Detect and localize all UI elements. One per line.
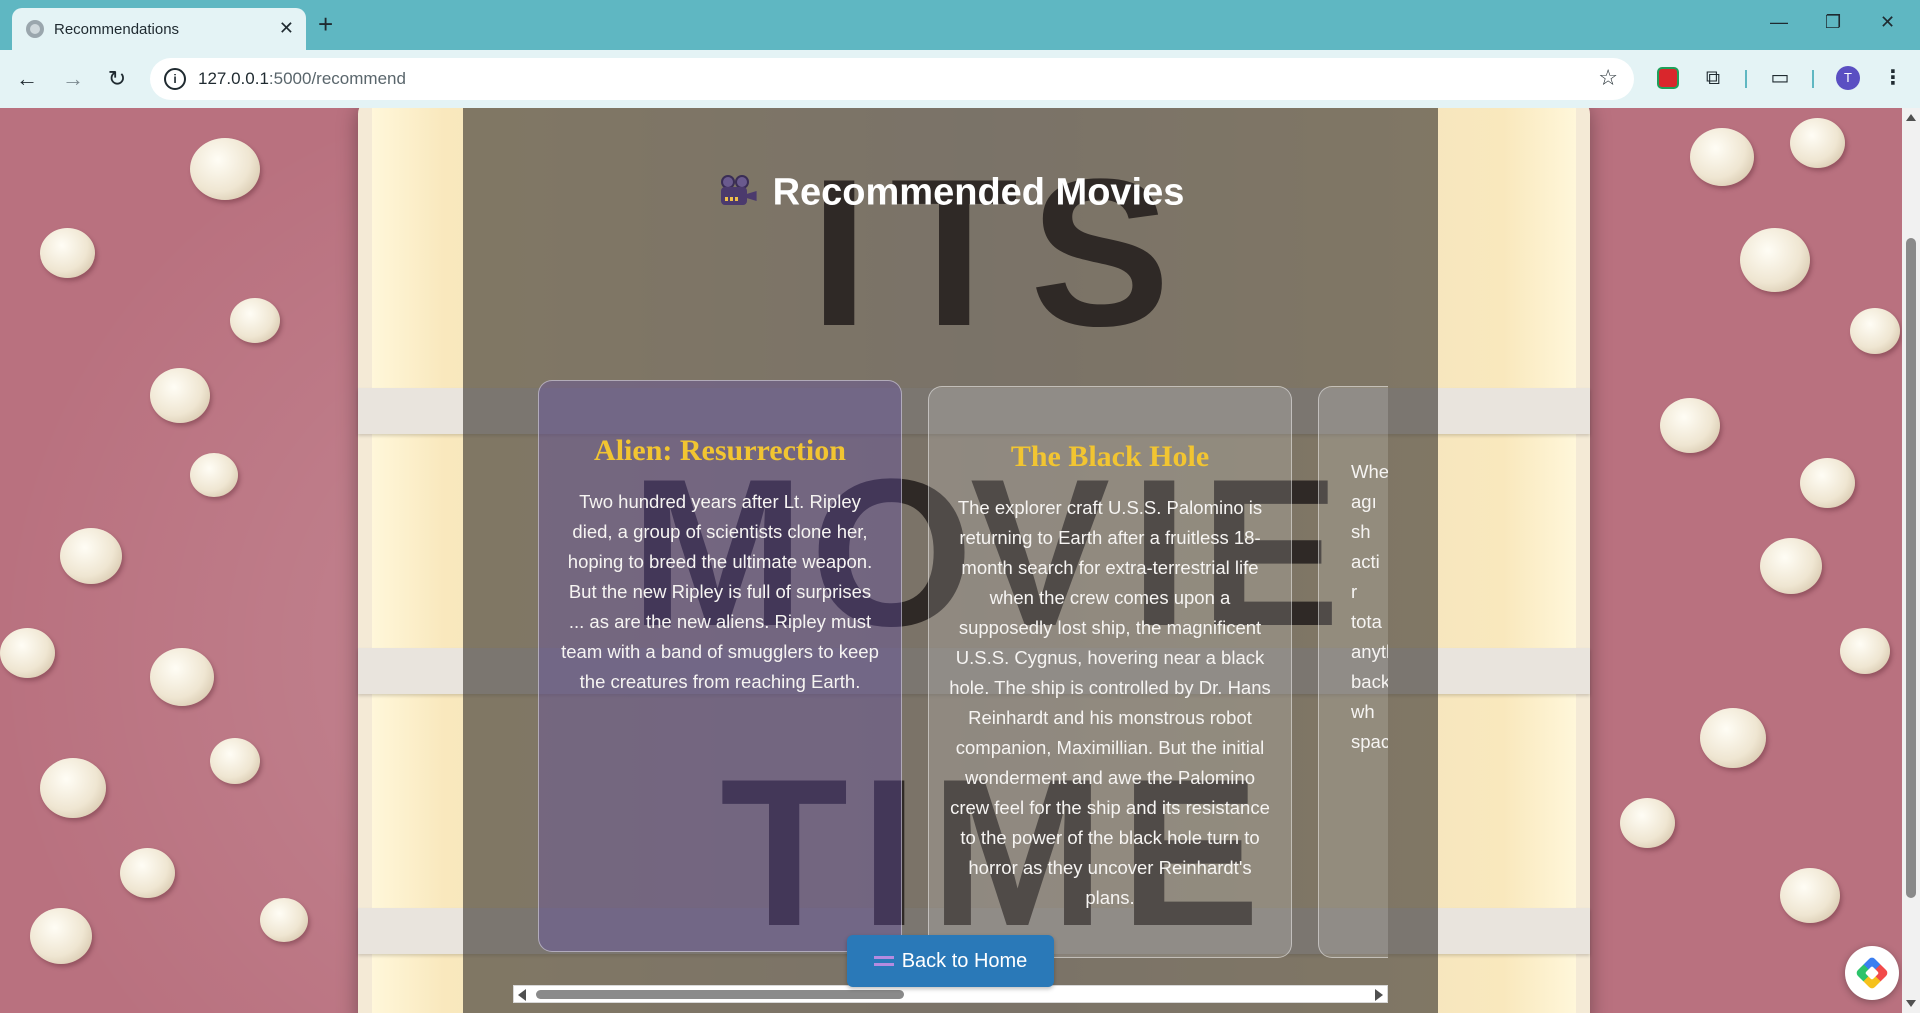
scroll-left-arrow-icon[interactable] xyxy=(518,989,526,1001)
minimize-button[interactable]: — xyxy=(1770,12,1788,33)
back-to-home-label: Back to Home xyxy=(901,950,1028,972)
movie-description: Whe agı sh acti r tota anyth back wh spa… xyxy=(1351,461,1388,752)
browser-toolbar: ← → ↻ i 127.0.0.1:5000/recommend ☆ ⧉ ▭ T… xyxy=(0,50,1920,108)
three-dots-icon[interactable]: ⋮ xyxy=(1879,64,1907,92)
popcorn-decoration xyxy=(40,228,95,278)
url-path: :5000/recommend xyxy=(268,69,406,88)
tab-strip: Recommendations ✕ + — ❐ ✕ xyxy=(0,0,1920,50)
popcorn-decoration xyxy=(0,628,55,678)
popcorn-decoration xyxy=(1740,228,1810,292)
movie-card[interactable]: Whe agı sh acti r tota anyth back wh spa… xyxy=(1318,386,1388,958)
info-icon[interactable]: i xyxy=(164,68,186,90)
back-arrow-icon[interactable]: ← xyxy=(12,64,42,94)
popcorn-decoration xyxy=(1840,628,1890,674)
scroll-right-arrow-icon[interactable] xyxy=(1375,989,1383,1001)
forward-arrow-icon[interactable]: → xyxy=(58,64,88,94)
restore-button[interactable]: ❐ xyxy=(1825,12,1841,33)
popcorn-decoration xyxy=(1760,538,1822,594)
popcorn-decoration xyxy=(1700,708,1766,768)
popcorn-decoration xyxy=(60,528,122,584)
assistant-launcher-button[interactable] xyxy=(1845,946,1899,1000)
page-vertical-scrollbar[interactable] xyxy=(1902,108,1920,1013)
back-to-home-button[interactable]: Back to Home xyxy=(847,935,1054,987)
url-host: 127.0.0.1 xyxy=(198,69,269,88)
popcorn-decoration xyxy=(1620,798,1675,848)
back-arrows-icon xyxy=(873,953,894,969)
tab-search-icon[interactable]: ▭ xyxy=(1766,64,1794,92)
popcorn-decoration xyxy=(1690,128,1754,186)
popcorn-decoration xyxy=(230,298,280,343)
toolbar-divider xyxy=(1812,70,1814,88)
scrollbar-thumb[interactable] xyxy=(1906,238,1916,898)
popcorn-decoration xyxy=(190,453,238,497)
movie-card[interactable]: Alien: Resurrection Two hundred years af… xyxy=(538,380,902,952)
globe-icon xyxy=(26,20,44,38)
close-window-button[interactable]: ✕ xyxy=(1880,12,1895,33)
movie-description: The explorer craft U.S.S. Palomino is re… xyxy=(949,497,1271,908)
popcorn-decoration xyxy=(190,138,260,200)
movie-description: Two hundred years after Lt. Ripley died,… xyxy=(561,491,879,692)
popcorn-decoration xyxy=(260,898,308,942)
popcorn-decoration xyxy=(150,648,214,706)
popcorn-decoration xyxy=(150,368,210,423)
popcorn-decoration xyxy=(1790,118,1845,168)
popcorn-decoration xyxy=(40,758,106,818)
page-title-text: Recommended Movies xyxy=(772,171,1185,214)
url-text[interactable]: 127.0.0.1:5000/recommend xyxy=(198,69,406,89)
movie-card[interactable]: The Black Hole The explorer craft U.S.S.… xyxy=(928,386,1292,958)
scroll-up-arrow-icon[interactable] xyxy=(1906,114,1916,121)
movie-cards-scroller[interactable]: Alien: Resurrection Two hundred years af… xyxy=(513,268,1388,988)
scrollbar-thumb[interactable] xyxy=(536,990,904,999)
popcorn-decoration xyxy=(120,848,175,898)
movie-camera-icon xyxy=(717,175,757,205)
popcorn-decoration xyxy=(1800,458,1855,508)
popcorn-decoration xyxy=(210,738,260,784)
movie-title: The Black Hole xyxy=(1010,440,1210,473)
extensions-puzzle-icon[interactable]: ⧉ xyxy=(1699,64,1727,92)
popcorn-decoration xyxy=(1850,308,1900,354)
address-bar[interactable]: i 127.0.0.1:5000/recommend ☆ xyxy=(150,58,1634,100)
extension-record-icon[interactable] xyxy=(1654,64,1682,92)
horizontal-scrollbar[interactable] xyxy=(513,985,1388,1003)
page-title: Recommended Movies xyxy=(463,170,1438,214)
star-icon[interactable]: ☆ xyxy=(1598,65,1618,91)
page-viewport: I T S M O V I E T I M E Recommended Movi… xyxy=(0,108,1902,1013)
movie-title: Alien: Resurrection xyxy=(594,434,846,467)
diamond-logo-icon xyxy=(1855,956,1889,990)
popcorn-decoration xyxy=(1780,868,1840,923)
scroll-down-arrow-icon[interactable] xyxy=(1906,1000,1916,1007)
tab-title: Recommendations xyxy=(54,21,180,38)
popcorn-decoration xyxy=(30,908,92,964)
profile-avatar[interactable]: T xyxy=(1836,66,1860,90)
popcorn-decoration xyxy=(1660,398,1720,453)
new-tab-button[interactable]: + xyxy=(318,9,333,39)
tab-close-icon[interactable]: ✕ xyxy=(279,17,294,39)
reload-icon[interactable]: ↻ xyxy=(102,64,132,94)
toolbar-divider xyxy=(1745,70,1747,88)
tab-recommendations[interactable]: Recommendations ✕ xyxy=(12,8,306,50)
